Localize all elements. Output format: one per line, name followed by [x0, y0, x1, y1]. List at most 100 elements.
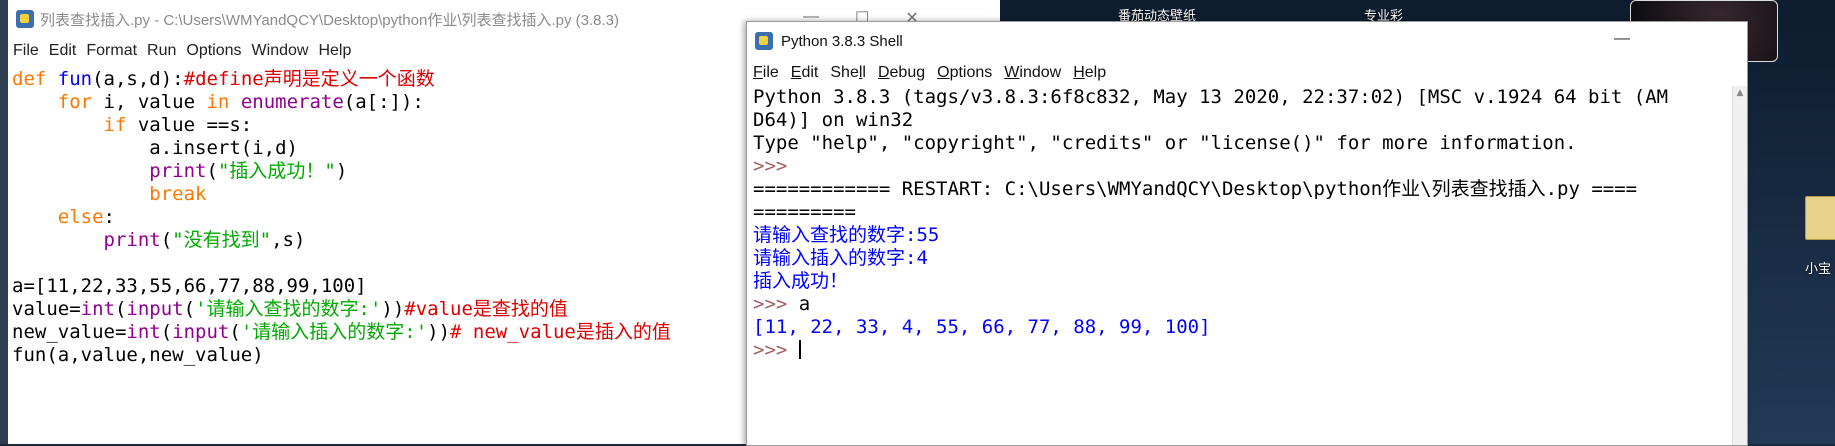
shell-menu-debug[interactable]: Debug [872, 64, 931, 82]
code-string: '请输入查找的数字:' [195, 298, 382, 320]
code-string: '请输入插入的数字:' [240, 321, 428, 343]
folder-icon[interactable] [1805, 196, 1835, 240]
shell-restart-line: ============ RESTART: C:\Users\WMYandQCY… [753, 178, 1638, 200]
shell-prompt: >>> [753, 155, 788, 177]
code-line: fun(a,value,new_value) [12, 344, 264, 366]
shell-output-line: [11, 22, 33, 4, 55, 66, 77, 88, 99, 100] [753, 316, 1211, 338]
code-text: new_value= [12, 321, 127, 343]
code-keyword: if [103, 114, 127, 136]
shell-menu-shell[interactable]: Shell [824, 64, 872, 82]
code-builtin: enumerate [240, 91, 344, 113]
menu-options[interactable]: Options [181, 42, 246, 60]
shell-menu-window[interactable]: Window [998, 64, 1067, 82]
mnemonic: D [877, 64, 890, 81]
menu-label: ile [762, 64, 779, 81]
code-string: "插入成功！" [217, 160, 336, 182]
code-text: ( [160, 321, 173, 343]
shell-output-line: 插入成功！ [753, 270, 849, 292]
editor-title: 列表查找插入.py - C:\Users\WMYandQCY\Desktop\p… [40, 11, 620, 29]
desktop-icon-label[interactable]: 小宝 [1805, 258, 1831, 277]
mnemonic: F [753, 64, 763, 81]
shell-window: Python 3.8.3 Shell — File Edit Shell Deb… [746, 21, 1748, 446]
text-cursor[interactable] [798, 340, 801, 359]
shell-prompt: >>> [753, 339, 799, 361]
code-text: ( [114, 298, 127, 320]
menu-file[interactable]: File [8, 42, 44, 60]
code-text: ,s) [271, 229, 306, 251]
shell-output-area[interactable]: Python 3.8.3 (tags/v3.8.3:6f8c832, May 1… [747, 86, 1747, 445]
code-text: )) [427, 321, 451, 343]
shell-title: Python 3.8.3 Shell [781, 32, 903, 50]
shell-banner-line: D64)] on win32 [753, 109, 914, 131]
shell-minimize-button[interactable]: — [1614, 30, 1630, 48]
shell-prompt: >>> [753, 293, 799, 315]
mnemonic: W [1004, 64, 1020, 81]
menu-label: indow [1019, 64, 1062, 81]
code-builtin: int [126, 321, 161, 343]
shell-banner-line: Python 3.8.3 (tags/v3.8.3:6f8c832, May 1… [753, 86, 1669, 108]
code-line: a=[11,22,33,55,66,77,88,99,100] [12, 275, 367, 297]
code-builtin: input [172, 321, 230, 343]
code-comment: # new_value是插入的值 [450, 321, 671, 343]
shell-menu-help[interactable]: Help [1067, 64, 1112, 82]
menu-edit[interactable]: Edit [44, 42, 82, 60]
vertical-scrollbar[interactable]: ▲ [1732, 86, 1747, 445]
scroll-up-arrow-icon[interactable]: ▲ [1733, 86, 1747, 100]
menu-help[interactable]: Help [313, 42, 356, 60]
menu-label: ebug [889, 64, 926, 81]
code-text: ( [183, 298, 196, 320]
menu-label: She [830, 64, 859, 81]
code-builtin: print [149, 160, 207, 182]
python-idle-icon [755, 32, 773, 50]
code-text: (a[:]): [343, 91, 424, 113]
mnemonic: E [790, 64, 802, 81]
menu-window[interactable]: Window [247, 42, 314, 60]
menu-format[interactable]: Format [81, 42, 142, 60]
shell-restart-line: ========= [753, 201, 856, 223]
shell-banner-line: Type "help", "copyright", "credits" or "… [753, 132, 1577, 154]
code-builtin: int [80, 298, 115, 320]
python-idle-icon [16, 10, 34, 28]
shell-menu-options[interactable]: Options [931, 64, 998, 82]
code-text: : [103, 206, 115, 228]
shell-titlebar[interactable]: Python 3.8.3 Shell — [747, 22, 1747, 60]
menu-run[interactable]: Run [142, 42, 181, 60]
desktop-left-edge [0, 0, 8, 444]
code-text: (a,s,d): [92, 68, 184, 90]
shell-output-line: 请输入插入的数字:4 [753, 247, 928, 269]
code-string: "没有找到" [172, 229, 272, 251]
code-text: ( [229, 321, 241, 343]
code-comment: #value是查找的值 [404, 298, 568, 320]
code-keyword: break [149, 183, 207, 205]
code-comment: #define声明是定义一个函数 [183, 68, 435, 90]
code-text: ) [335, 160, 348, 182]
code-text: ( [206, 160, 218, 182]
menu-label: elp [1084, 64, 1107, 81]
code-keyword: else [57, 206, 104, 228]
menu-label: dit [801, 64, 819, 81]
shell-menu-file[interactable]: File [747, 64, 785, 82]
code-text: ( [160, 229, 173, 251]
menu-label: ptions [949, 64, 993, 81]
shell-output-line: 请输入查找的数字:55 [753, 224, 940, 246]
code-keyword: in [206, 91, 230, 113]
code-keyword: def [12, 68, 47, 90]
code-function-name: fun [57, 68, 93, 90]
shell-menu-edit[interactable]: Edit [785, 64, 825, 82]
menu-label: l [862, 64, 866, 81]
mnemonic: O [937, 64, 950, 81]
shell-menubar: File Edit Shell Debug Options Window Hel… [747, 60, 1747, 86]
code-text: )) [381, 298, 405, 320]
mnemonic: H [1073, 64, 1085, 81]
code-text: i, value [92, 91, 207, 113]
code-builtin: input [126, 298, 184, 320]
code-text: value ==s: [126, 114, 253, 136]
code-keyword: for [57, 91, 93, 113]
